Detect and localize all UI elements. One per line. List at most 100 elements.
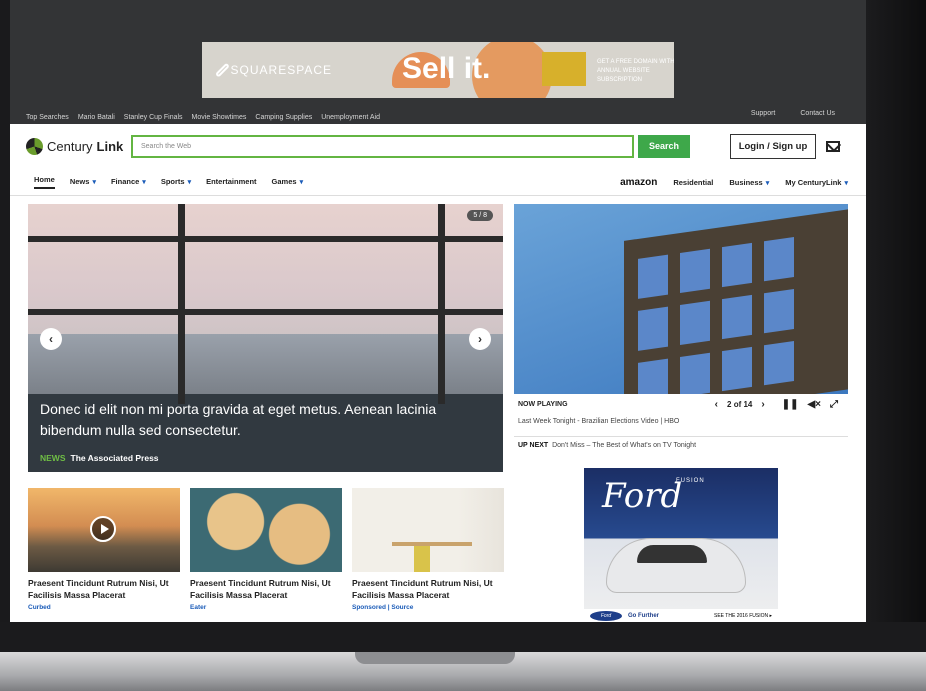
squarespace-brand: SQUARESPACE	[202, 62, 332, 78]
top-search-link[interactable]: Movie Showtimes	[192, 114, 247, 121]
top-searches-bar: Top Searches Mario Batali Stanley Cup Fi…	[10, 110, 866, 124]
story-card[interactable]: Praesent Tincidunt Rutrum Nisi, Ut Facil…	[28, 488, 180, 611]
chair-shape	[414, 546, 430, 572]
next-video-icon[interactable]: ›	[761, 399, 764, 410]
ad-brand-text: SQUARESPACE	[230, 63, 332, 77]
laptop-notch	[355, 652, 515, 664]
chevron-down-icon: ▾	[299, 179, 304, 186]
previous-video-icon[interactable]: ‹	[715, 399, 718, 410]
contact-us-link[interactable]: Contact Us	[800, 110, 835, 117]
chevron-down-icon: ▾	[187, 179, 192, 186]
window-frame	[438, 204, 445, 404]
nav-item-residential[interactable]: Residential	[673, 178, 713, 187]
window-frame	[28, 309, 503, 315]
ford-logo-icon: Ford	[590, 611, 622, 621]
nav-item-games[interactable]: Games ▾	[272, 177, 304, 186]
ford-ad-script: Ford	[602, 476, 683, 516]
top-searches-label: Top Searches	[26, 113, 69, 121]
video-player[interactable]	[514, 204, 848, 394]
laptop-bezel-right	[866, 0, 926, 640]
nav-item-entertainment[interactable]: Entertainment	[206, 177, 256, 186]
logo-text-prefix: Century	[47, 138, 93, 154]
building-window	[680, 300, 710, 345]
next-slide-button[interactable]: ›	[469, 328, 491, 350]
mute-icon[interactable]: ◀×	[807, 399, 821, 410]
top-ad-zone: SQUARESPACE Sell it. GET A FREE DOMAIN W…	[10, 0, 866, 124]
building-window	[764, 236, 794, 282]
nav-item-news[interactable]: News ▾	[70, 177, 96, 186]
top-search-link[interactable]: Stanley Cup Finals	[124, 114, 183, 121]
story-title[interactable]: Praesent Tincidunt Rutrum Nisi, Ut Facil…	[352, 577, 504, 601]
top-search-link[interactable]: Unemployment Aid	[321, 114, 380, 121]
ford-tagline: Go Further	[628, 613, 659, 619]
nav-item-sports[interactable]: Sports ▾	[161, 177, 191, 186]
nav-label: My CenturyLink	[785, 177, 842, 187]
ford-fusion-ad[interactable]: Ford FUSION Ford Go Further SEE THE 2016…	[584, 468, 778, 622]
fullscreen-icon[interactable]: ⤢	[830, 399, 838, 410]
nav-item-home[interactable]: Home	[34, 175, 55, 189]
story-title[interactable]: Praesent Tincidunt Rutrum Nisi, Ut Facil…	[28, 577, 180, 601]
logo-text-bold: Link	[96, 138, 124, 154]
story-image	[352, 488, 504, 572]
nav-item-my-centurylink[interactable]: My CenturyLink ▾	[785, 178, 848, 187]
building-window	[764, 340, 794, 386]
story-title[interactable]: Praesent Tincidunt Rutrum Nisi, Ut Facil…	[190, 577, 342, 601]
ad-bag-image	[542, 52, 586, 86]
building-window	[638, 306, 668, 351]
laptop-bezel-bottom	[0, 622, 926, 652]
nav-item-business[interactable]: Business ▾	[729, 178, 769, 187]
hero-category[interactable]: NEWS	[40, 453, 66, 463]
now-playing-label: NOW PLAYING	[518, 400, 568, 408]
centurylink-logo[interactable]: Century Link	[26, 137, 131, 155]
centurylink-logo-icon	[26, 137, 43, 155]
ford-car-image	[606, 538, 746, 593]
site-header: Century Link Search the Web Search Login …	[10, 124, 866, 168]
building-window	[764, 288, 794, 334]
video-image-building	[624, 207, 848, 394]
up-next-row[interactable]: UP NEXT Don't Miss – The Best of What's …	[514, 436, 848, 454]
nav-label: Residential	[673, 177, 714, 187]
chevron-down-icon: ▾	[142, 179, 146, 186]
story-card[interactable]: Praesent Tincidunt Rutrum Nisi, Ut Facil…	[190, 488, 342, 611]
mail-icon[interactable]	[826, 140, 840, 152]
video-title[interactable]: Last Week Tonight - Brazilian Elections …	[518, 418, 679, 425]
story-source[interactable]: Eater	[190, 604, 342, 611]
amazon-link[interactable]: amazon	[620, 177, 657, 188]
login-signup-button[interactable]: Login / Sign up	[730, 133, 816, 159]
hero-slider[interactable]: 5 / 8 ‹ › Donec id elit non mi porta gra…	[28, 204, 503, 472]
chevron-down-icon: ▾	[844, 179, 848, 187]
building-window	[680, 248, 710, 293]
hero-source-line: NEWS The Associated Press	[40, 453, 159, 463]
nav-label: Finance	[110, 177, 140, 186]
search-button[interactable]: Search	[638, 134, 690, 158]
utility-links: Support Contact Us	[751, 110, 844, 117]
search-input[interactable]: Search the Web	[131, 134, 634, 158]
support-link[interactable]: Support	[751, 110, 776, 117]
story-image	[190, 488, 342, 572]
story-card[interactable]: Praesent Tincidunt Rutrum Nisi, Ut Facil…	[352, 488, 504, 611]
previous-slide-button[interactable]: ‹	[40, 328, 62, 350]
window-frame	[28, 236, 503, 242]
hero-source: The Associated Press	[70, 453, 159, 463]
nav-label: Sports	[160, 177, 185, 186]
top-search-link[interactable]: Camping Supplies	[255, 114, 312, 121]
top-search-link[interactable]: Mario Batali	[78, 114, 115, 121]
building-window	[722, 346, 752, 392]
nav-item-finance[interactable]: Finance ▾	[111, 177, 146, 186]
browser-screen: SQUARESPACE Sell it. GET A FREE DOMAIN W…	[10, 0, 866, 622]
hero-headline[interactable]: Donec id elit non mi porta gravida at eg…	[40, 399, 492, 441]
ford-cta[interactable]: SEE THE 2016 FUSION ▸	[714, 613, 772, 619]
up-next-label: UP NEXT	[518, 442, 549, 449]
story-source[interactable]: Sponsored | Source	[352, 604, 504, 611]
video-position: 2 of 14	[727, 399, 753, 409]
pause-icon[interactable]: ❚❚	[782, 399, 799, 410]
laptop-bezel-left	[0, 0, 10, 640]
nav-label: Home	[34, 174, 55, 184]
video-controls: NOW PLAYING ‹ 2 of 14 › ❚❚ ◀× ⤢	[514, 394, 848, 414]
chevron-down-icon: ▾	[92, 179, 96, 186]
building-window	[680, 352, 710, 394]
story-source[interactable]: Curbed	[28, 604, 180, 611]
play-icon[interactable]	[90, 516, 116, 542]
ford-ad-footer: Ford Go Further SEE THE 2016 FUSION ▸	[584, 609, 778, 622]
squarespace-ad-banner[interactable]: SQUARESPACE Sell it. GET A FREE DOMAIN W…	[202, 42, 674, 98]
